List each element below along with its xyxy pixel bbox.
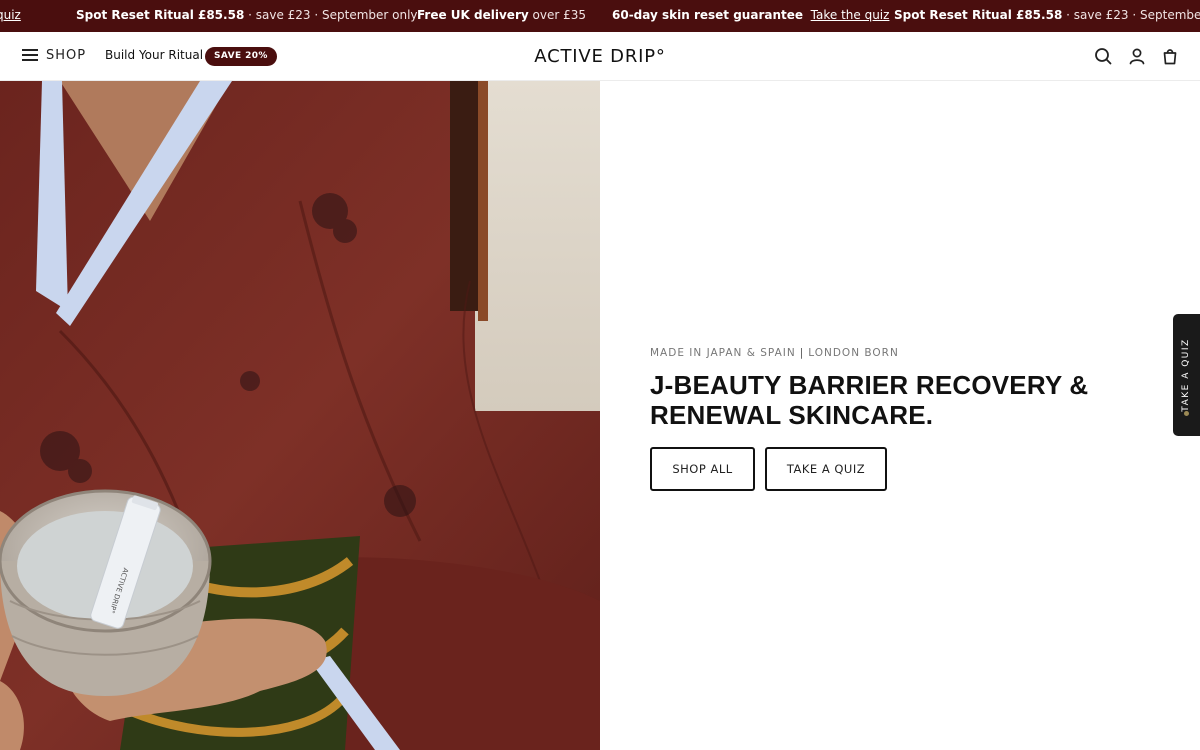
save-badge: SAVE 20% — [205, 47, 277, 66]
site-header: SHOP Build Your Ritual SAVE 20% ACTIVE D… — [0, 32, 1200, 81]
bag-icon[interactable] — [1161, 47, 1179, 65]
eyebrow-separator: | — [799, 347, 805, 359]
side-tab-dot — [1184, 411, 1189, 416]
hero-eyebrow: MADE IN JAPAN & SPAIN | LONDON BORN — [650, 347, 899, 359]
announcement-offer: Spot Reset Ritual £85.58 — [894, 8, 1063, 22]
announcement-bar: quiz Spot Reset Ritual £85.58 · save £23… — [0, 0, 1200, 32]
announcement-link[interactable]: quiz — [0, 8, 21, 22]
side-quiz-tab[interactable]: TAKE A QUIZ — [1173, 314, 1200, 436]
hero-illustration: ACTIVE DRIP° — [0, 81, 600, 750]
search-icon[interactable] — [1094, 47, 1112, 65]
announcement-item: 60-day skin reset guarantee Take the qui… — [612, 0, 889, 32]
menu-icon[interactable] — [22, 49, 38, 63]
announcement-item: Free UK delivery over £35 — [417, 0, 586, 32]
build-your-ritual-link[interactable]: Build Your Ritual — [105, 48, 203, 62]
account-icon[interactable] — [1128, 47, 1146, 65]
announcement-detail: · save £23 · September only — [1066, 8, 1200, 22]
hero-image: ACTIVE DRIP° — [0, 81, 600, 750]
announcement-item: Spot Reset Ritual £85.58 · save £23 · Se… — [894, 0, 1200, 32]
announcement-detail — [803, 8, 811, 22]
shop-menu-link[interactable]: SHOP — [46, 48, 86, 63]
announcement-detail: · save £23 · September only — [244, 8, 418, 22]
eyebrow-origin: MADE IN JAPAN & SPAIN — [650, 347, 796, 359]
announcement-offer: Spot Reset Ritual £85.58 — [76, 8, 245, 22]
announcement-offer: 60-day skin reset guarantee — [612, 8, 804, 22]
announcement-item: Spot Reset Ritual £85.58 · save £23 · Se… — [76, 0, 418, 32]
announcement-detail: over £35 — [528, 8, 586, 22]
take-a-quiz-button[interactable]: TAKE A QUIZ — [765, 447, 887, 491]
hero-headline: J-BEAUTY BARRIER RECOVERY & RENEWAL SKIN… — [650, 370, 1089, 430]
announcement-link[interactable]: Take the quiz — [811, 8, 890, 22]
announcement-offer: Free UK delivery — [417, 8, 529, 22]
eyebrow-tagline: LONDON BORN — [808, 347, 899, 359]
logo-link[interactable]: ACTIVE DRIP° — [534, 46, 665, 67]
shop-all-button[interactable]: SHOP ALL — [650, 447, 755, 491]
side-tab-label: TAKE A QUIZ — [1181, 338, 1191, 412]
announcement-item[interactable]: quiz — [0, 0, 21, 32]
